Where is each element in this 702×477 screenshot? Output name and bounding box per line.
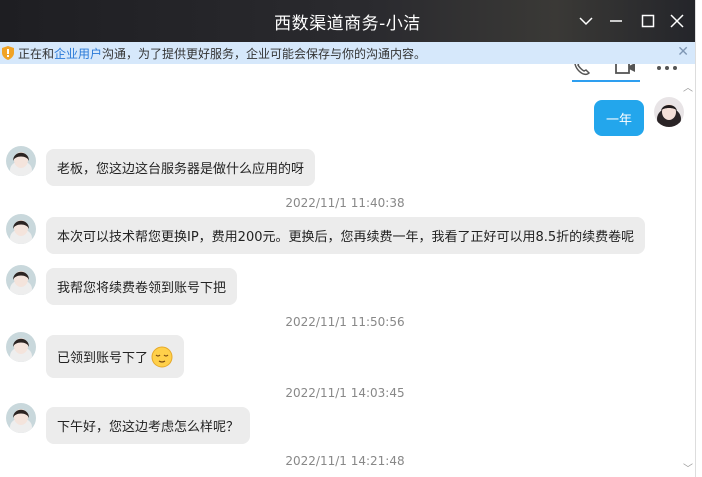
message-timestamp: 2022/11/1 11:40:38 bbox=[285, 196, 405, 210]
active-tab-indicator bbox=[572, 80, 640, 82]
relieved-face-icon bbox=[151, 346, 173, 367]
toolbar-icons bbox=[570, 64, 690, 84]
close-icon[interactable]: ✕ bbox=[677, 44, 689, 60]
chat-message-area[interactable]: ︿ ﹀ 一年 老板，您这边这台服务器是做什么应用的呀 2022/11/1 11:… bbox=[0, 64, 695, 477]
message-bubble-received[interactable]: 下午好，您这边考虑怎么样呢？ bbox=[46, 407, 251, 444]
message-timestamp: 2022/11/1 14:03:45 bbox=[285, 386, 405, 400]
scrollbar[interactable]: ︿ ﹀ bbox=[682, 84, 694, 477]
video-icon[interactable] bbox=[614, 64, 636, 76]
avatar[interactable] bbox=[6, 146, 36, 176]
close-button[interactable] bbox=[667, 11, 687, 31]
message-timestamp: 2022/11/1 14:21:48 bbox=[285, 454, 405, 468]
shield-icon bbox=[2, 46, 14, 60]
notice-prefix: 正在和 bbox=[18, 47, 55, 61]
avatar[interactable] bbox=[654, 97, 684, 127]
avatar[interactable] bbox=[6, 214, 36, 244]
avatar[interactable] bbox=[6, 265, 36, 295]
phone-icon[interactable] bbox=[572, 64, 594, 76]
message-bubble-received[interactable]: 老板，您这边这台服务器是做什么应用的呀 bbox=[46, 149, 316, 186]
background-window-edge bbox=[695, 0, 702, 477]
chevron-down-icon[interactable] bbox=[576, 11, 596, 31]
minimize-button[interactable] bbox=[606, 11, 626, 31]
more-icon[interactable] bbox=[656, 64, 678, 76]
avatar[interactable] bbox=[6, 403, 36, 433]
message-timestamp: 2022/11/1 11:50:56 bbox=[285, 315, 405, 329]
notice-link[interactable]: 企业用户 bbox=[54, 47, 102, 61]
window-titlebar: 西数渠道商务-小洁 bbox=[0, 0, 695, 42]
message-text: 已领到账号下了 bbox=[57, 351, 149, 366]
scroll-up-icon[interactable]: ︿ bbox=[682, 84, 694, 94]
avatar[interactable] bbox=[6, 332, 36, 362]
message-bubble-sent[interactable]: 一年 bbox=[594, 100, 645, 136]
message-bubble-received[interactable]: 我帮您将续费卷领到账号下把 bbox=[46, 268, 238, 305]
maximize-button[interactable] bbox=[638, 11, 658, 31]
message-bubble-received[interactable]: 本次可以技术帮您更换IP，费用200元。更换后，您再续费一年，我看了正好可以用8… bbox=[46, 217, 646, 254]
notice-suffix: 沟通，为了提供更好服务，企业可能会保存与你的沟通内容。 bbox=[102, 47, 427, 61]
enterprise-notice-bar: 正在和企业用户沟通，为了提供更好服务，企业可能会保存与你的沟通内容。 ✕ bbox=[0, 42, 695, 64]
notice-text: 正在和企业用户沟通，为了提供更好服务，企业可能会保存与你的沟通内容。 bbox=[18, 45, 426, 62]
message-bubble-received[interactable]: 已领到账号下了 bbox=[46, 335, 185, 378]
